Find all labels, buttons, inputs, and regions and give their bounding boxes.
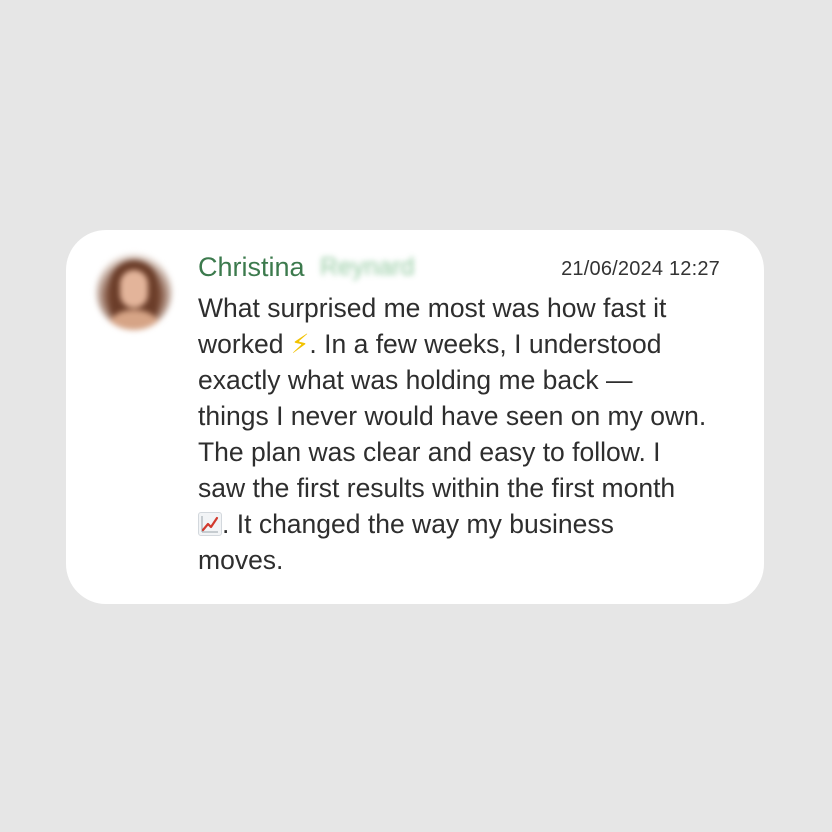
review-text-part3: . It changed the way my business moves. (198, 509, 614, 575)
reviewer-last-name-blurred: Reynard (320, 253, 415, 281)
avatar-face (120, 270, 148, 308)
reviewer-first-name: Christina (198, 252, 305, 282)
avatar (96, 254, 172, 330)
review-message: What surprised me most was how fast it w… (198, 290, 743, 578)
chart-increasing-icon (198, 512, 222, 536)
review-header: Christina Reynard 21/06/2024 12:27 (198, 250, 720, 284)
review-timestamp: 21/06/2024 12:27 (561, 258, 720, 280)
review-card: Christina Reynard 21/06/2024 12:27 What … (66, 230, 764, 604)
lightning-icon: ⚡ (290, 329, 310, 359)
